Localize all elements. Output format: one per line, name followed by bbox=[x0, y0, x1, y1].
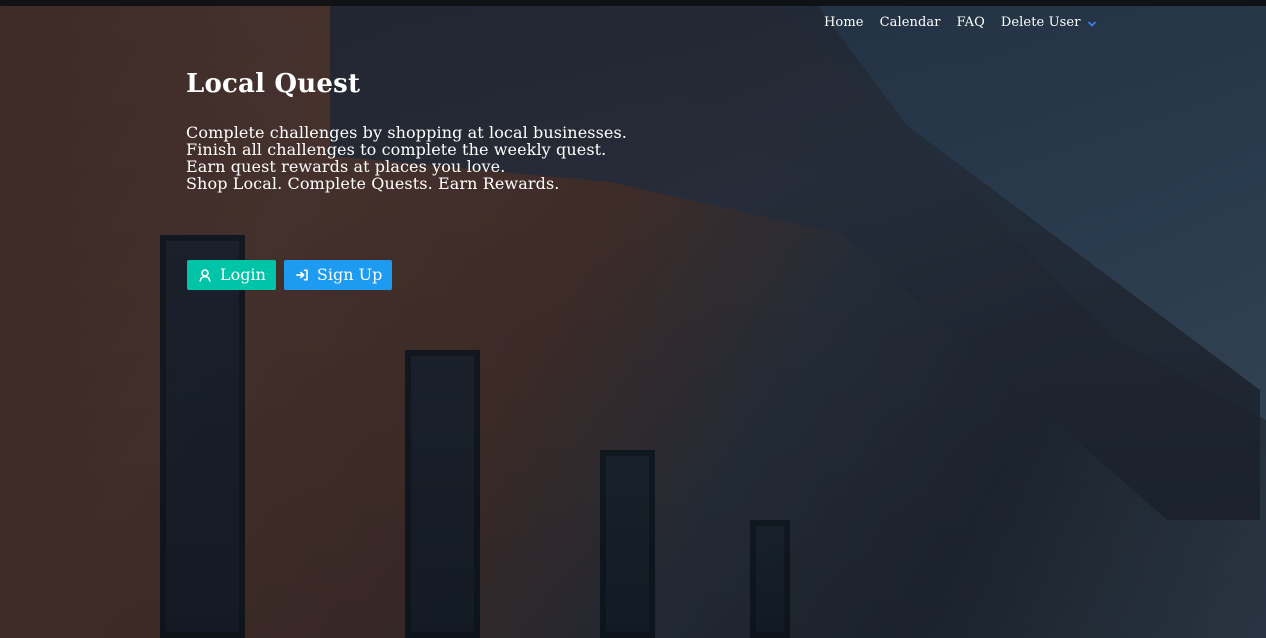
top-navigation: Home Calendar FAQ Delete User bbox=[824, 15, 1097, 30]
nav-home-label: Home bbox=[824, 15, 864, 30]
hero-description: Complete challenges by shopping at local… bbox=[186, 124, 746, 192]
signup-button[interactable]: Sign Up bbox=[283, 260, 393, 290]
nav-faq-label: FAQ bbox=[956, 15, 985, 30]
chevron-down-icon bbox=[1087, 19, 1097, 29]
hero-line: Complete challenges by shopping at local… bbox=[186, 123, 627, 142]
nav-faq-link[interactable]: FAQ bbox=[957, 15, 985, 30]
nav-delete-user-label: Delete User bbox=[1000, 15, 1081, 30]
hero-section: Home Calendar FAQ Delete User Local Ques… bbox=[0, 0, 1266, 638]
nav-calendar-link[interactable]: Calendar bbox=[880, 15, 941, 30]
login-button-label: Login bbox=[220, 265, 266, 284]
page-title: Local Quest bbox=[186, 69, 361, 99]
hero-content: Local Quest Complete challenges by shopp… bbox=[186, 68, 746, 192]
user-icon bbox=[197, 267, 213, 283]
hero-line: Shop Local. Complete Quests. Earn Reward… bbox=[186, 174, 560, 193]
nav-home-link[interactable]: Home bbox=[824, 15, 864, 30]
hero-line: Earn quest rewards at places you love. bbox=[186, 157, 506, 176]
hero-line: Finish all challenges to complete the we… bbox=[186, 140, 607, 159]
nav-calendar-label: Calendar bbox=[879, 15, 941, 30]
login-button[interactable]: Login bbox=[187, 260, 276, 290]
top-edge-bar bbox=[0, 0, 1266, 6]
sign-in-icon bbox=[294, 267, 310, 283]
nav-delete-user-dropdown[interactable]: Delete User bbox=[1001, 15, 1097, 30]
hero-actions: Login Sign Up bbox=[187, 260, 393, 290]
signup-button-label: Sign Up bbox=[316, 265, 383, 284]
